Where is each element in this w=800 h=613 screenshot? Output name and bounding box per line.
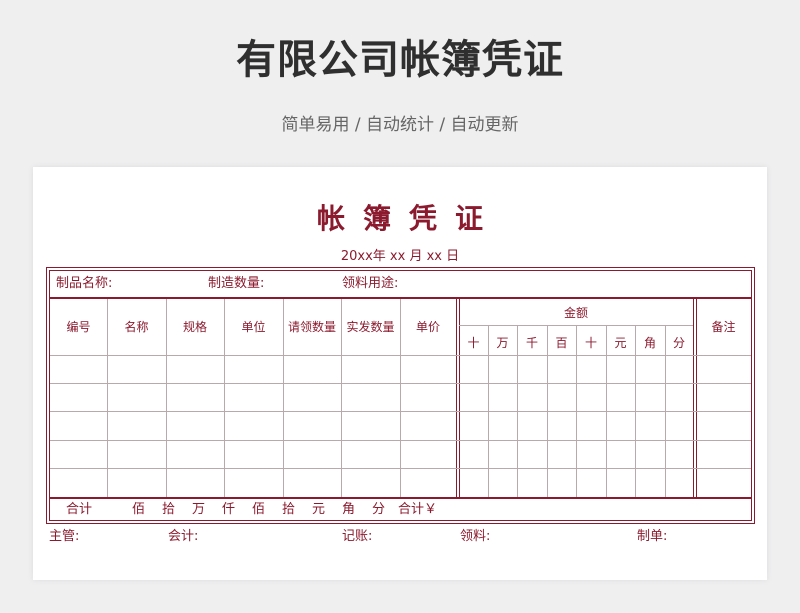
col-header-issued-qty: 实发数量 bbox=[346, 320, 395, 334]
page-subtitle: 简单易用 / 自动统计 / 自动更新 bbox=[281, 115, 519, 135]
row-divider bbox=[50, 468, 751, 469]
totals-unit: 万 bbox=[192, 502, 206, 517]
col-header-number: 编号 bbox=[66, 320, 91, 334]
quantity-label: 制造数量: bbox=[208, 276, 265, 291]
header-divider bbox=[50, 355, 751, 356]
totals-unit: 仟 bbox=[222, 502, 236, 517]
form-title: 帐簿凭证 bbox=[316, 202, 501, 235]
signature-accountant: 会计: bbox=[168, 529, 199, 544]
digit-header: 百 bbox=[555, 336, 568, 350]
signature-row: 主管: 会计: 记账: 领料: 制单: bbox=[33, 527, 767, 547]
col-header-remark: 备注 bbox=[711, 320, 736, 334]
totals-unit: 拾 bbox=[282, 502, 296, 517]
signature-material-receiver: 领料: bbox=[460, 529, 491, 544]
row-divider bbox=[50, 440, 751, 441]
voucher-frame: 制品名称: 制造数量: 领料用途: 编号 名称 规格 单位 请领数量 实发数量 … bbox=[46, 267, 755, 524]
totals-row: 合计 佰 拾 万 仟 佰 拾 元 角 分 合计￥ bbox=[50, 497, 751, 522]
col-header-requested-qty: 请领数量 bbox=[287, 320, 336, 334]
col-header-amount: 金额 bbox=[563, 306, 588, 320]
info-row: 制品名称: 制造数量: 领料用途: bbox=[50, 271, 751, 299]
digit-header: 分 bbox=[672, 336, 685, 350]
col-header-unit-price: 单价 bbox=[415, 320, 440, 334]
signature-preparer: 制单: bbox=[637, 529, 668, 544]
totals-unit: 佰 bbox=[132, 502, 146, 517]
col-header-unit: 单位 bbox=[241, 320, 266, 334]
digit-header: 角 bbox=[643, 336, 656, 350]
form-date: 20xx年 xx 月 xx 日 bbox=[340, 249, 460, 264]
amount-label-divider bbox=[459, 325, 693, 326]
signature-bookkeeper: 记账: bbox=[342, 529, 373, 544]
totals-unit: 分 bbox=[372, 502, 386, 517]
digit-header: 万 bbox=[496, 336, 509, 350]
digit-header: 十 bbox=[584, 336, 597, 350]
digit-header: 千 bbox=[525, 336, 538, 350]
totals-yen-label: 合计￥ bbox=[398, 502, 438, 517]
voucher-paper: 帐簿凭证 20xx年 xx 月 xx 日 制品名称: 制造数量: 领料用途: 编… bbox=[33, 167, 767, 580]
row-divider bbox=[50, 383, 751, 384]
purpose-label: 领料用途: bbox=[342, 276, 399, 291]
col-header-spec: 规格 bbox=[182, 320, 207, 334]
product-name-label: 制品名称: bbox=[56, 276, 113, 291]
signature-supervisor: 主管: bbox=[49, 529, 80, 544]
row-divider bbox=[50, 411, 751, 412]
col-header-name: 名称 bbox=[124, 320, 149, 334]
digit-header: 元 bbox=[614, 336, 627, 350]
page-title: 有限公司帐簿凭证 bbox=[236, 37, 564, 83]
voucher-table: 制品名称: 制造数量: 领料用途: 编号 名称 规格 单位 请领数量 实发数量 … bbox=[49, 270, 752, 521]
totals-unit: 拾 bbox=[162, 502, 176, 517]
totals-label: 合计 bbox=[66, 502, 93, 517]
digit-header: 十 bbox=[467, 336, 480, 350]
totals-unit: 角 bbox=[342, 502, 356, 517]
totals-unit: 元 bbox=[312, 502, 326, 517]
totals-unit: 佰 bbox=[252, 502, 266, 517]
